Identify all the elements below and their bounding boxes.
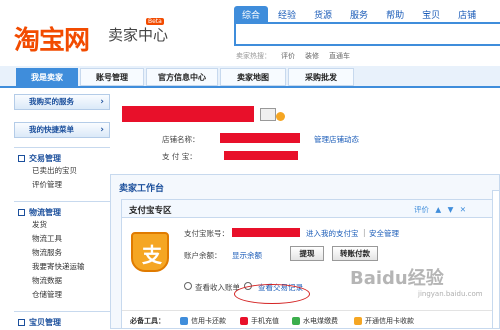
- alipay-zone-header: 支付宝专区 评价 ▲ ▼ ✕: [122, 200, 498, 218]
- panel-controls: 评价 ▲ ▼ ✕: [414, 204, 470, 215]
- header: 淘宝网 卖家中心 Beta 综合 经验 货源 服务 帮助 宝贝 店铺 卖家热搜：…: [0, 0, 500, 64]
- sidebar-item-logistics-data[interactable]: 物流数据: [14, 274, 110, 288]
- phone-icon: [240, 317, 248, 325]
- my-shortcuts-button[interactable]: 我的快捷菜单 ›: [14, 122, 110, 138]
- open-card-receipt-tool[interactable]: 开通信用卡收款: [354, 316, 414, 326]
- credit-card-repay-tool[interactable]: 信用卡还款: [180, 316, 226, 326]
- credit-card-icon: [180, 317, 188, 325]
- search-tabs: 综合 经验 货源 服务 帮助 宝贝 店铺: [234, 6, 486, 23]
- nav-tab-wholesale[interactable]: 采购批发: [288, 68, 354, 86]
- section-title: 交易管理: [29, 153, 61, 163]
- hot-label: 卖家热搜：: [236, 52, 271, 60]
- seller-workbench: 卖家工作台 支付宝专区 评价 ▲ ▼ ✕ 支 支付宝账号： 进入我的支付宝 | …: [110, 174, 500, 329]
- shop-name-label: 店铺名称：: [162, 135, 200, 144]
- search-input[interactable]: [234, 22, 500, 46]
- search-tab-supply[interactable]: 货源: [306, 6, 340, 23]
- taobao-logo[interactable]: 淘宝网: [14, 20, 90, 57]
- id-card-icon: [260, 108, 276, 121]
- collapse-icon: [18, 208, 25, 216]
- move-down-icon[interactable]: ▼: [448, 205, 454, 214]
- hot-word-express[interactable]: 直通车: [329, 52, 350, 60]
- search-tab-shops[interactable]: 店铺: [450, 6, 484, 23]
- section-title: 宝贝管理: [29, 317, 61, 327]
- hot-searches: 卖家热搜： 评价 装修 直通车: [236, 51, 360, 61]
- medal-icon: [276, 112, 285, 121]
- sidebar-section-logistics: 物流管理 发货 物流工具 物流服务 我要寄快递运输 物流数据 仓储管理: [14, 201, 110, 302]
- sidebar-section-header[interactable]: 宝贝管理: [14, 316, 110, 328]
- nav-tab-account[interactable]: 账号管理: [80, 68, 144, 86]
- card-receipt-icon: [354, 317, 362, 325]
- chevron-right-icon: ›: [100, 97, 104, 107]
- enter-alipay-link[interactable]: 进入我的支付宝: [306, 228, 359, 239]
- close-icon[interactable]: ✕: [460, 205, 466, 214]
- baidu-watermark: Baidu经验: [350, 268, 444, 289]
- nav-tab-seller[interactable]: 我是卖家: [16, 68, 78, 86]
- baidu-watermark-url: jingyan.baidu.com: [418, 290, 483, 298]
- search-tab-experience[interactable]: 经验: [270, 6, 304, 23]
- hot-word-review[interactable]: 评价: [281, 52, 295, 60]
- utility-payment-tool[interactable]: 水电煤缴费: [292, 316, 338, 326]
- alipay-zone-title: 支付宝专区: [129, 206, 172, 216]
- rate-link[interactable]: 评价: [414, 205, 429, 214]
- manage-shop-link[interactable]: 管理店铺动态: [314, 134, 359, 145]
- tool-label: 水电煤缴费: [303, 317, 338, 325]
- magnifier-icon: [184, 282, 192, 290]
- withdraw-button[interactable]: 提现: [290, 246, 324, 261]
- redacted-shop-name: [220, 133, 300, 143]
- sidebar-section-items: 宝贝管理: [14, 311, 110, 328]
- sidebar-item-logistics-tools[interactable]: 物流工具: [14, 232, 110, 246]
- sidebar-item-ship[interactable]: 发货: [14, 218, 110, 232]
- alipay-label: 支 付 宝：: [162, 152, 197, 161]
- separator: |: [363, 228, 366, 237]
- sidebar-item-warehouse[interactable]: 仓储管理: [14, 288, 110, 302]
- sidebar-item-sold[interactable]: 已卖出的宝贝: [14, 164, 110, 178]
- redacted-username: [122, 106, 254, 122]
- workbench-title: 卖家工作台: [119, 184, 165, 194]
- search-tab-general[interactable]: 综合: [234, 6, 269, 23]
- beta-badge: Beta: [146, 18, 164, 25]
- phone-recharge-tool[interactable]: 手机充值: [240, 316, 279, 326]
- my-services-label: 我购买的服务: [29, 97, 74, 106]
- sidebar-item-express[interactable]: 我要寄快递运输: [14, 260, 110, 274]
- utility-icon: [292, 317, 300, 325]
- highlight-ellipse: [234, 284, 310, 304]
- alipay-logo-icon: 支: [131, 232, 169, 272]
- redacted-alipay: [224, 151, 298, 160]
- alipay-account-label: 支付宝账号：: [184, 229, 229, 238]
- search-tab-items[interactable]: 宝贝: [414, 6, 448, 23]
- tools-label: 必备工具：: [130, 317, 165, 325]
- tool-label: 开通信用卡收款: [365, 317, 414, 325]
- section-title: 物流管理: [29, 207, 61, 217]
- essential-tools: 必备工具： 信用卡还款 手机充值 水电煤缴费 开通信用卡收款: [122, 310, 500, 330]
- my-shortcuts-label: 我的快捷菜单: [29, 125, 74, 134]
- collapse-icon: [18, 318, 25, 326]
- seller-center-label: 卖家中心: [108, 26, 169, 44]
- chevron-right-icon: ›: [100, 125, 104, 135]
- search-tab-service[interactable]: 服务: [342, 6, 376, 23]
- show-balance-link[interactable]: 显示余额: [232, 250, 262, 261]
- balance-label: 账户余额：: [184, 251, 222, 260]
- main-nav: 我是卖家 账号管理 官方信息中心 卖家地图 采购批发: [0, 66, 500, 88]
- sidebar-section-header[interactable]: 物流管理: [14, 206, 110, 218]
- sidebar-item-reviews[interactable]: 评价管理: [14, 178, 110, 192]
- shop-info-panel: 店铺名称： 管理店铺动态 支 付 宝：: [122, 104, 500, 166]
- nav-tab-seller-map[interactable]: 卖家地图: [220, 68, 286, 86]
- collapse-icon: [18, 154, 25, 162]
- sidebar-section-trade: 交易管理 已卖出的宝贝 评价管理: [14, 147, 110, 192]
- redacted-alipay-account: [232, 228, 300, 237]
- security-manage-link[interactable]: 安全管理: [369, 228, 399, 239]
- move-up-icon[interactable]: ▲: [435, 205, 441, 214]
- search-tab-help[interactable]: 帮助: [378, 6, 412, 23]
- nav-tab-official-info[interactable]: 官方信息中心: [146, 68, 218, 86]
- sidebar: 我购买的服务 › 我的快捷菜单 › 交易管理 已卖出的宝贝 评价管理 物流管理 发货…: [14, 92, 110, 329]
- income-bill-link[interactable]: 查看收入账单: [195, 282, 240, 293]
- sidebar-section-header[interactable]: 交易管理: [14, 152, 110, 164]
- right-column-panel: [492, 190, 500, 329]
- hot-word-decorate[interactable]: 装修: [305, 52, 319, 60]
- tool-label: 手机充值: [251, 317, 279, 325]
- my-services-button[interactable]: 我购买的服务 ›: [14, 94, 110, 110]
- transfer-button[interactable]: 转账付款: [332, 246, 378, 261]
- tool-label: 信用卡还款: [191, 317, 226, 325]
- sidebar-item-logistics-service[interactable]: 物流服务: [14, 246, 110, 260]
